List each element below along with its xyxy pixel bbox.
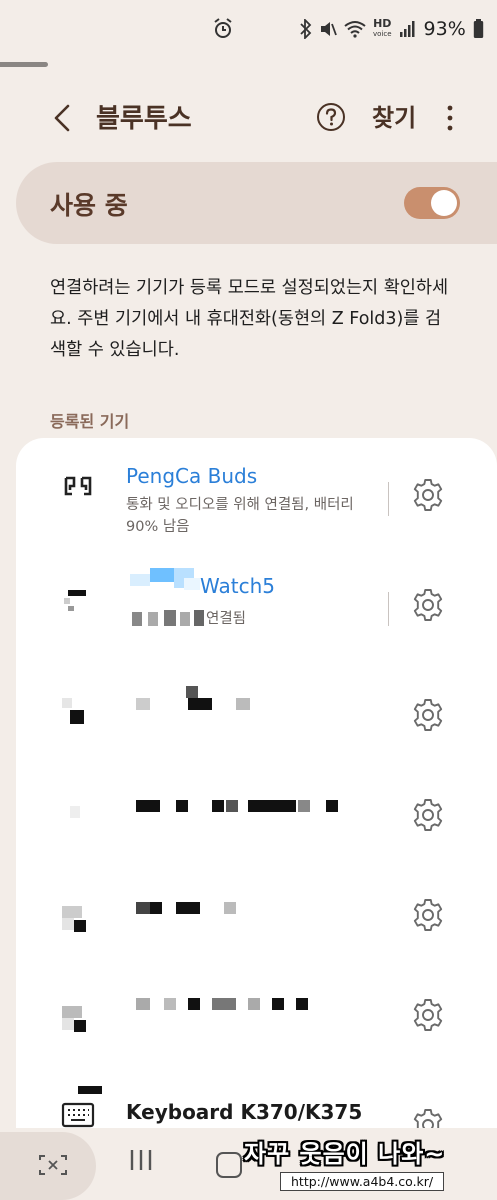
device-icon <box>60 688 96 724</box>
find-button[interactable]: 찾기 <box>372 98 416 133</box>
scan-button[interactable] <box>0 1132 96 1200</box>
device-name: PengCa Buds <box>126 464 258 488</box>
device-row[interactable] <box>16 658 497 758</box>
watermark-text: 자꾸 웃음이 나와~ <box>244 1140 446 1168</box>
scroll-indicator <box>0 62 48 67</box>
bluetooth-master-toggle-card[interactable]: 사용 중 <box>16 162 497 244</box>
back-button[interactable] <box>46 100 82 136</box>
status-bar: HD voice 93% <box>0 0 497 60</box>
device-row[interactable] <box>16 758 497 858</box>
redacted-mark <box>78 1086 102 1094</box>
device-status: 통화 및 오디오를 위해 연결됨, 배터리 90% 남음 <box>126 497 354 535</box>
section-header-paired-devices: 등록된 기기 <box>50 412 130 431</box>
wifi-icon <box>344 21 366 38</box>
gear-icon[interactable] <box>411 898 445 932</box>
master-toggle-label: 사용 중 <box>50 191 128 220</box>
device-row[interactable] <box>16 958 497 1058</box>
earbuds-icon <box>64 476 92 496</box>
device-name: Keyboard K370/K375 <box>126 1100 363 1124</box>
device-icon <box>60 888 96 932</box>
bluetooth-switch[interactable] <box>404 187 460 219</box>
page-title: 블루투스 <box>96 104 192 134</box>
watermark-url: http://www.a4b4.co.kr/ <box>280 1172 445 1191</box>
device-row[interactable]: Keyboard K370/K375 <box>16 1058 497 1128</box>
gear-icon[interactable] <box>411 698 445 732</box>
gear-icon[interactable] <box>411 798 445 832</box>
battery-icon <box>473 19 483 38</box>
gear-icon[interactable] <box>411 998 445 1032</box>
battery-percent: 93% <box>423 18 466 40</box>
alarm-icon <box>214 18 232 38</box>
help-button[interactable] <box>316 102 346 132</box>
more-options-icon[interactable] <box>440 102 460 134</box>
device-row[interactable] <box>16 858 497 958</box>
divider <box>388 482 389 516</box>
gear-icon[interactable] <box>411 478 445 512</box>
recent-apps-icon[interactable] <box>128 1148 154 1172</box>
device-name: Watch5 <box>200 574 275 598</box>
gear-icon[interactable] <box>411 588 445 622</box>
gear-icon[interactable] <box>411 1108 445 1128</box>
hd-voice-icon: HD voice <box>373 17 392 38</box>
divider <box>388 592 389 626</box>
pairing-description: 연결하려는 기기가 등록 모드로 설정되었는지 확인하세요. 주변 기기에서 내… <box>50 278 449 360</box>
mute-icon <box>321 22 337 36</box>
watermark: 자꾸 웃음이 나와~ http://www.a4b4.co.kr/ <box>240 1134 490 1194</box>
switch-knob <box>431 190 457 216</box>
keyboard-icon <box>61 1102 95 1128</box>
scan-icon <box>39 1155 67 1175</box>
device-icon <box>60 788 96 824</box>
paired-devices-list: PengCa Buds 통화 및 오디오를 위해 연결됨, 배터리 90% 남음… <box>16 438 497 1128</box>
device-row[interactable]: PengCa Buds 통화 및 오디오를 위해 연결됨, 배터리 90% 남음 <box>16 438 497 538</box>
home-button[interactable] <box>216 1152 242 1178</box>
device-icon <box>60 988 96 1032</box>
signal-icon <box>399 21 415 37</box>
device-row[interactable]: Watch5 연결됨 <box>16 548 497 648</box>
watch-icon <box>60 578 96 614</box>
bluetooth-icon <box>300 19 312 39</box>
app-bar: 블루투스 찾기 <box>0 90 497 146</box>
